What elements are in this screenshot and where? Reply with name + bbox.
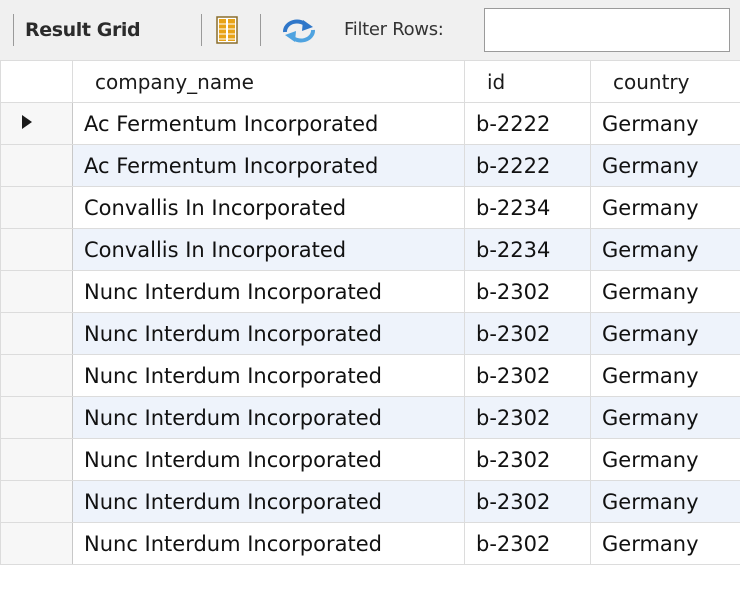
table-row[interactable]: Nunc Interdum Incorporated b-2302 German… — [0, 354, 740, 397]
toolbar-separator — [260, 14, 261, 46]
table-row[interactable]: Nunc Interdum Incorporated b-2302 German… — [0, 396, 740, 439]
grid-layout-icon[interactable] — [216, 16, 238, 44]
cell-country[interactable]: Germany — [590, 228, 740, 271]
toolbar-separator — [201, 14, 202, 46]
cell-id[interactable]: b-2234 — [464, 228, 591, 271]
header-row: company_name id country — [0, 60, 740, 103]
table-row[interactable]: Nunc Interdum Incorporated b-2302 German… — [0, 312, 740, 355]
table-row[interactable]: Nunc Interdum Incorporated b-2302 German… — [0, 270, 740, 313]
filter-rows-input[interactable] — [484, 8, 730, 52]
cell-country[interactable]: Germany — [590, 144, 740, 187]
cell-company-name[interactable]: Nunc Interdum Incorporated — [72, 522, 465, 565]
cell-id[interactable]: b-2302 — [464, 522, 591, 565]
cell-company-name[interactable]: Convallis In Incorporated — [72, 228, 465, 271]
row-header[interactable] — [0, 354, 73, 397]
cell-country[interactable]: Germany — [590, 102, 740, 145]
row-header[interactable] — [0, 270, 73, 313]
cell-id[interactable]: b-2302 — [464, 396, 591, 439]
cell-country[interactable]: Germany — [590, 480, 740, 523]
cell-company-name[interactable]: Nunc Interdum Incorporated — [72, 270, 465, 313]
cell-country[interactable]: Germany — [590, 354, 740, 397]
cell-id[interactable]: b-2222 — [464, 102, 591, 145]
cell-country[interactable]: Germany — [590, 522, 740, 565]
row-header[interactable] — [0, 396, 73, 439]
row-header[interactable] — [0, 144, 73, 187]
table-row[interactable]: Nunc Interdum Incorporated b-2302 German… — [0, 480, 740, 523]
cell-id[interactable]: b-2302 — [464, 312, 591, 355]
cell-company-name[interactable]: Ac Fermentum Incorporated — [72, 102, 465, 145]
table-row[interactable]: Nunc Interdum Incorporated b-2302 German… — [0, 438, 740, 481]
table-row[interactable]: Ac Fermentum Incorporated b-2222 Germany — [0, 144, 740, 187]
cell-company-name[interactable]: Nunc Interdum Incorporated — [72, 312, 465, 355]
cell-company-name[interactable]: Ac Fermentum Incorporated — [72, 144, 465, 187]
row-header[interactable] — [0, 228, 73, 271]
table-row[interactable]: Convallis In Incorporated b-2234 Germany — [0, 186, 740, 229]
cell-company-name[interactable]: Nunc Interdum Incorporated — [72, 480, 465, 523]
row-header[interactable] — [0, 186, 73, 229]
row-header[interactable] — [0, 102, 73, 145]
cell-company-name[interactable]: Nunc Interdum Incorporated — [72, 396, 465, 439]
cell-id[interactable]: b-2302 — [464, 270, 591, 313]
cell-company-name[interactable]: Nunc Interdum Incorporated — [72, 354, 465, 397]
cell-id[interactable]: b-2302 — [464, 354, 591, 397]
cell-id[interactable]: b-2302 — [464, 480, 591, 523]
cell-id[interactable]: b-2234 — [464, 186, 591, 229]
cell-country[interactable]: Germany — [590, 312, 740, 355]
result-grid: company_name id country Ac Fermentum Inc… — [0, 60, 740, 565]
filter-rows-label: Filter Rows: — [344, 19, 444, 40]
row-header[interactable] — [0, 438, 73, 481]
corner-cell[interactable] — [0, 60, 73, 103]
cell-id[interactable]: b-2222 — [464, 144, 591, 187]
cell-company-name[interactable]: Nunc Interdum Incorporated — [72, 438, 465, 481]
refresh-arrows-icon[interactable] — [281, 18, 317, 44]
row-header[interactable] — [0, 522, 73, 565]
toolbar-separator — [13, 14, 14, 46]
cell-id[interactable]: b-2302 — [464, 438, 591, 481]
table-row[interactable]: Ac Fermentum Incorporated b-2222 Germany — [0, 102, 740, 145]
cell-country[interactable]: Germany — [590, 270, 740, 313]
cell-company-name[interactable]: Convallis In Incorporated — [72, 186, 465, 229]
cell-country[interactable]: Germany — [590, 396, 740, 439]
table-row[interactable]: Convallis In Incorporated b-2234 Germany — [0, 228, 740, 271]
column-header-country[interactable]: country — [590, 60, 740, 103]
cell-country[interactable]: Germany — [590, 186, 740, 229]
cell-country[interactable]: Germany — [590, 438, 740, 481]
current-row-arrow-icon — [22, 115, 32, 129]
column-header-id[interactable]: id — [464, 60, 591, 103]
row-header[interactable] — [0, 312, 73, 355]
result-grid-tab[interactable]: Result Grid — [25, 18, 141, 42]
table-row[interactable]: Nunc Interdum Incorporated b-2302 German… — [0, 522, 740, 565]
column-header-company-name[interactable]: company_name — [72, 60, 465, 103]
row-header[interactable] — [0, 480, 73, 523]
